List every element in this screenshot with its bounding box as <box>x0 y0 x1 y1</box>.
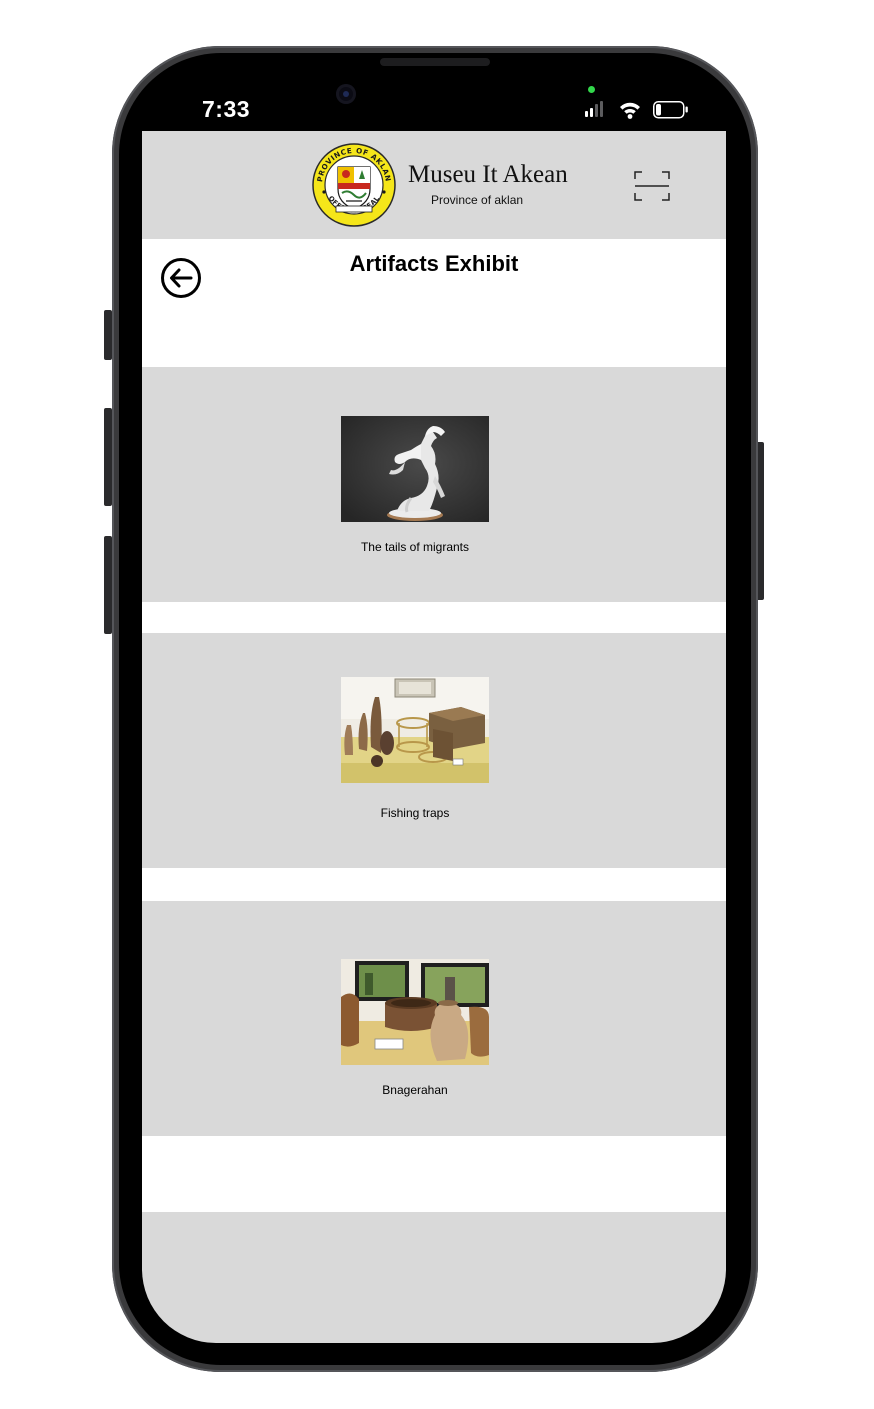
pottery-image <box>341 959 489 1065</box>
card-separator <box>142 868 726 901</box>
camera-indicator-dot <box>588 86 595 93</box>
horse-statue-image <box>341 416 489 522</box>
page-title: Artifacts Exhibit <box>349 251 519 276</box>
status-time: 7:33 <box>202 96 251 122</box>
artifact-caption: Fishing traps <box>380 806 450 820</box>
seal-icon: PROVINCE OF AKLAN OFFICIAL SEAL <box>312 143 396 227</box>
device-stage: 7:33 PROVINCE OF AKLAN OF EAL Museu It A… <box>0 0 874 1409</box>
artifact-card[interactable]: The tails of migrants <box>142 367 726 602</box>
page-title-bar: Artifacts Exhibit <box>142 239 726 367</box>
status-icons <box>584 100 694 120</box>
app-screen: PROVINCE OF AKLAN OFFICIAL SEAL <box>142 131 726 1343</box>
earpiece-speaker <box>380 58 490 66</box>
artifact-card[interactable]: Bnagerahan <box>142 901 726 1136</box>
fishing-traps-svg <box>341 677 489 783</box>
fishing-traps-image <box>341 677 489 783</box>
cellular-signal-icon <box>585 101 603 117</box>
artifact-caption: The tails of migrants <box>360 540 470 554</box>
brand-title: Museu It Akean <box>408 161 568 188</box>
wifi-icon <box>620 102 640 119</box>
scan-qr-button[interactable] <box>634 171 670 201</box>
card-separator <box>142 602 726 633</box>
status-icons-svg <box>585 101 688 119</box>
province-seal-logo: PROVINCE OF AKLAN OFFICIAL SEAL <box>312 143 396 227</box>
card-separator <box>142 1136 726 1212</box>
mute-switch <box>104 310 112 360</box>
front-camera <box>336 84 356 104</box>
battery-icon <box>653 101 688 119</box>
pottery-svg <box>341 959 489 1065</box>
volume-down-button <box>104 536 112 634</box>
scan-frame-icon <box>634 171 670 201</box>
brand-subtitle: Province of aklan <box>431 193 524 207</box>
artifact-card[interactable]: Fishing traps <box>142 633 726 868</box>
artifact-caption: Bnagerahan <box>382 1083 448 1097</box>
volume-up-button <box>104 408 112 506</box>
horse-statue-svg <box>341 416 489 522</box>
app-header: PROVINCE OF AKLAN OFFICIAL SEAL <box>142 131 726 239</box>
